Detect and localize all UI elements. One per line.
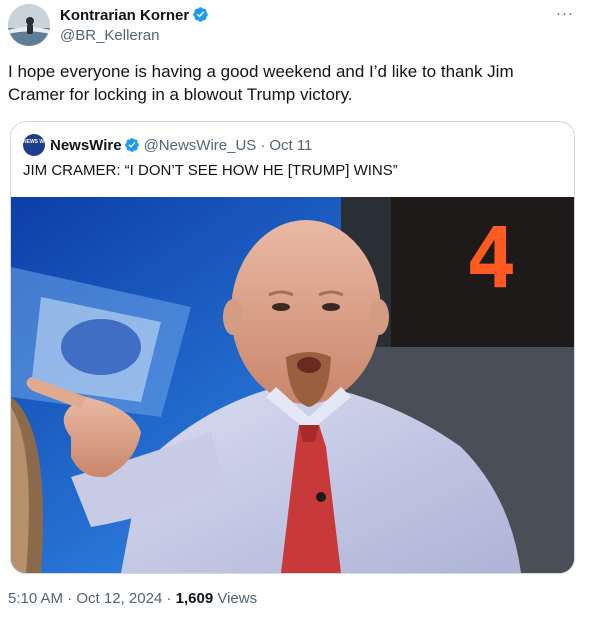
quoted-tweet-header: NEWS WIRE NewsWire @NewsWire_US · Oct 11 (23, 134, 312, 156)
quoted-author-handle[interactable]: @NewsWire_US (144, 137, 257, 154)
quoted-photo[interactable]: 4 (11, 197, 574, 573)
tweet-meta: 5:10 AM · Oct 12, 2024 · 1,609 Views (8, 590, 257, 607)
quoted-separator: · (260, 136, 266, 154)
tweet: Kontrarian Korner @BR_Kelleran ··· I hop… (0, 0, 590, 624)
meta-separator: · (166, 590, 172, 607)
verified-badge-icon (193, 7, 208, 22)
quoted-tweet-text: JIM CRAMER: “I DON’T SEE HOW HE [TRUMP] … (23, 162, 398, 179)
author-handle[interactable]: @BR_Kelleran (60, 27, 159, 44)
quoted-avatar-text: NEWS WIRE (23, 139, 53, 145)
views-label: Views (217, 590, 258, 607)
quoted-verified-badge-icon (124, 138, 139, 152)
quoted-author-avatar[interactable]: NEWS WIRE (23, 134, 53, 156)
tweet-date[interactable]: Oct 12, 2024 (76, 590, 162, 607)
quoted-date[interactable]: Oct 11 (269, 137, 312, 154)
scoreboard-digit: 4 (466, 209, 517, 307)
meta-separator: · (67, 590, 73, 607)
author-name-text: Kontrarian Korner (60, 7, 190, 24)
views-count: 1,609 (175, 590, 214, 607)
tweet-time[interactable]: 5:10 AM (8, 590, 63, 607)
author-name[interactable]: Kontrarian Korner (60, 6, 209, 24)
tweet-text: I hope everyone is having a good weekend… (8, 62, 514, 104)
quoted-author-name[interactable]: NewsWire (50, 137, 122, 154)
more-options-button[interactable]: ··· (553, 4, 577, 24)
author-avatar[interactable] (8, 4, 50, 46)
quoted-tweet[interactable]: NEWS WIRE NewsWire @NewsWire_US · Oct 11 JIM… (10, 121, 575, 574)
